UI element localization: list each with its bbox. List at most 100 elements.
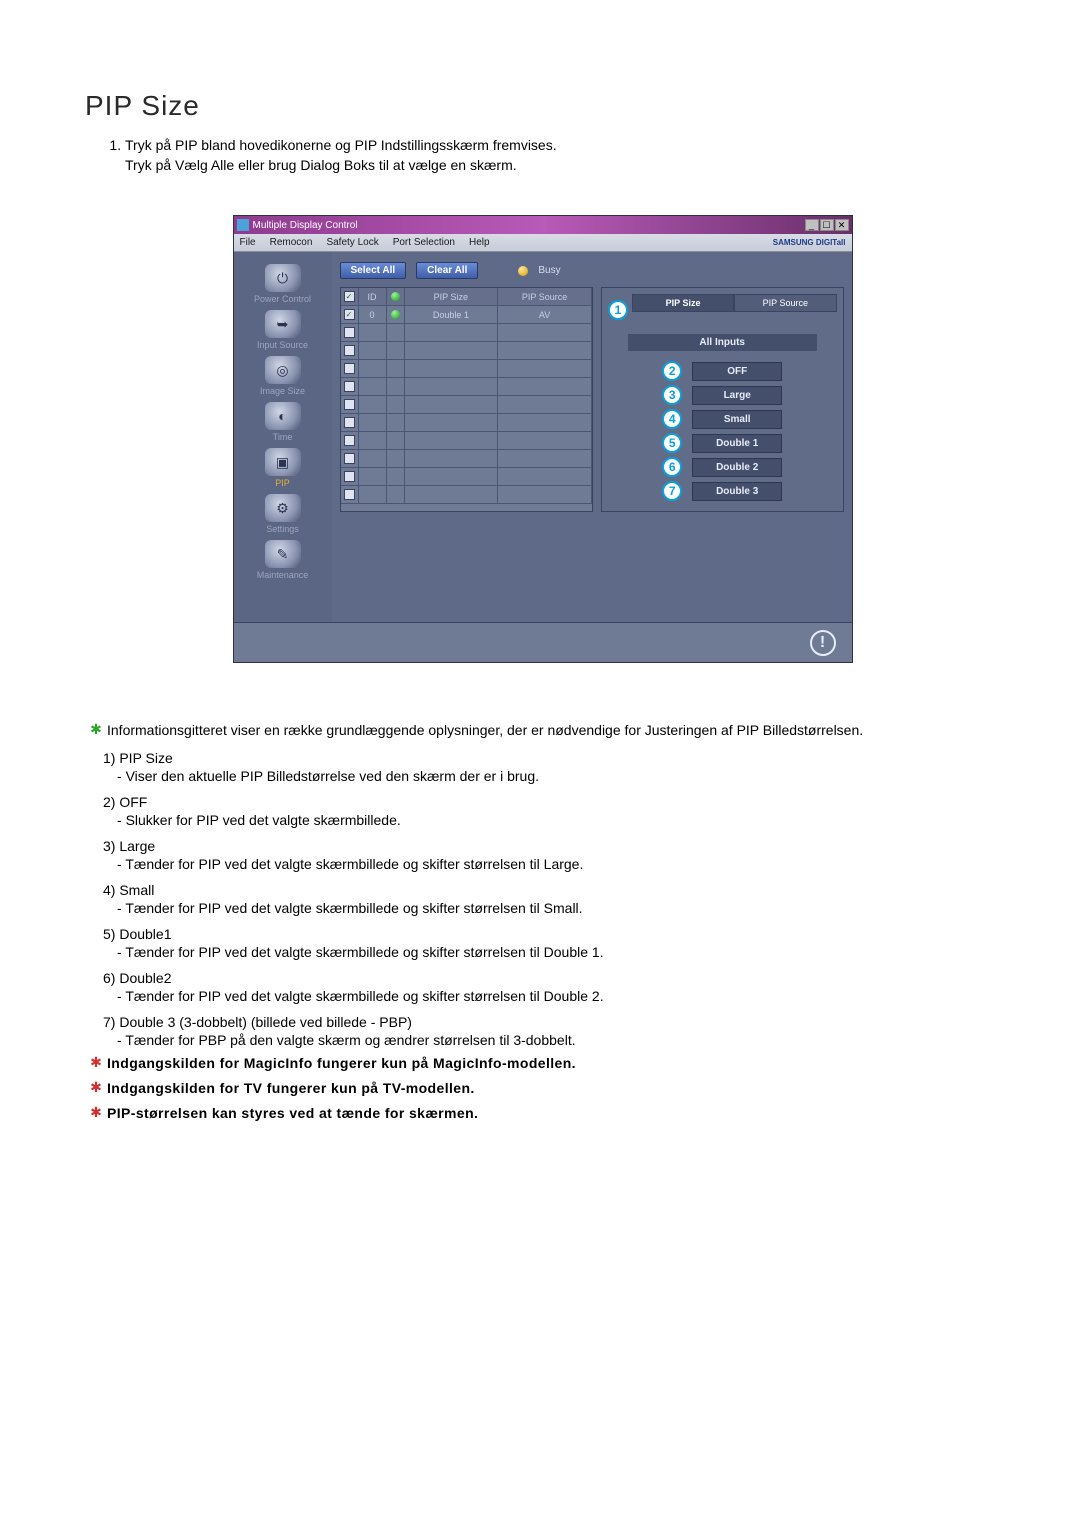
col-status-icon <box>391 292 400 301</box>
sidebar-item-label: PIP <box>240 478 326 488</box>
star-icon: ✱ <box>85 721 107 738</box>
cell-pip-source <box>498 414 592 432</box>
table-row[interactable] <box>341 342 592 360</box>
table-row[interactable]: ✓0Double 1AV <box>341 306 592 324</box>
cell-id <box>359 360 387 378</box>
sidebar-item-maintenance[interactable]: ✎Maintenance <box>240 538 326 582</box>
brand-label: SAMSUNG DIGITall <box>773 238 846 247</box>
cell-pip-size <box>405 324 499 342</box>
double-1-button[interactable]: Double 1 <box>692 434 782 453</box>
cell-pip-source <box>498 486 592 504</box>
row-checkbox[interactable] <box>344 399 355 410</box>
desc-item-body: Tænder for PBP på den valgte skærm og æn… <box>117 1032 1000 1048</box>
desc-item-title: 2) OFF <box>103 794 1000 810</box>
row-checkbox[interactable] <box>344 417 355 428</box>
sidebar-item-time[interactable]: ◐Time <box>240 400 326 444</box>
row-checkbox[interactable] <box>344 327 355 338</box>
intro-line: Tryk på PIP bland hovedikonerne og PIP I… <box>125 136 1000 175</box>
cell-id <box>359 342 387 360</box>
close-button[interactable]: ✕ <box>835 219 849 231</box>
table-row[interactable] <box>341 432 592 450</box>
cell-pip-size <box>405 468 499 486</box>
menubar: File Remocon Safety Lock Port Selection … <box>234 234 852 252</box>
desc-item-body: Viser den aktuelle PIP Billedstørrelse v… <box>117 768 1000 784</box>
tab-pip-size[interactable]: PIP Size <box>632 294 734 312</box>
large-button[interactable]: Large <box>692 386 782 405</box>
maximize-button[interactable]: ☐ <box>820 219 834 231</box>
titlebar: Multiple Display Control _ ☐ ✕ <box>234 216 852 234</box>
desc-item: 7) Double 3 (3-dobbelt) (billede ved bil… <box>103 1014 1000 1048</box>
row-checkbox[interactable] <box>344 489 355 500</box>
cell-pip-size <box>405 360 499 378</box>
double-3-button[interactable]: Double 3 <box>692 482 782 501</box>
desc-item: 5) Double1Tænder for PIP ved det valgte … <box>103 926 1000 960</box>
desc-item-title: 7) Double 3 (3-dobbelt) (billede ved bil… <box>103 1014 1000 1030</box>
cell-pip-source <box>498 468 592 486</box>
cell-pip-size <box>405 486 499 504</box>
table-row[interactable] <box>341 468 592 486</box>
menu-file[interactable]: File <box>240 237 256 248</box>
select-all-button[interactable]: Select All <box>340 262 407 279</box>
sidebar-item-input-source[interactable]: ➥Input Source <box>240 308 326 352</box>
row-checkbox[interactable] <box>344 363 355 374</box>
sidebar-item-power-control[interactable]: ⏻Power Control <box>240 262 326 306</box>
callout-4: 4 <box>662 409 682 429</box>
tab-pip-source[interactable]: PIP Source <box>734 294 836 312</box>
cell-pip-size <box>405 378 499 396</box>
desc-item-body: Tænder for PIP ved det valgte skærmbille… <box>117 944 1000 960</box>
off-button[interactable]: OFF <box>692 362 782 381</box>
sidebar-item-image-size[interactable]: ◎ Image Size <box>240 354 326 398</box>
sidebar-item-settings[interactable]: ⚙Settings <box>240 492 326 536</box>
desc-item-title: 3) Large <box>103 838 1000 854</box>
header-checkbox[interactable]: ✓ <box>344 291 355 302</box>
cell-id <box>359 324 387 342</box>
sidebar-item-label: Image Size <box>240 386 326 396</box>
row-checkbox[interactable] <box>344 471 355 482</box>
menu-remocon[interactable]: Remocon <box>270 237 313 248</box>
cell-pip-source <box>498 342 592 360</box>
cell-pip-source: AV <box>498 306 592 324</box>
table-row[interactable] <box>341 378 592 396</box>
double-2-button[interactable]: Double 2 <box>692 458 782 477</box>
menu-safety-lock[interactable]: Safety Lock <box>326 237 378 248</box>
table-row[interactable] <box>341 396 592 414</box>
sidebar-item-label: Input Source <box>240 340 326 350</box>
table-row[interactable] <box>341 360 592 378</box>
row-checkbox[interactable] <box>344 345 355 356</box>
col-pip-size: PIP Size <box>405 288 499 306</box>
row-checkbox[interactable] <box>344 435 355 446</box>
row-checkbox[interactable]: ✓ <box>344 309 355 320</box>
cell-pip-source <box>498 450 592 468</box>
row-checkbox[interactable] <box>344 381 355 392</box>
desc-item-body: Tænder for PIP ved det valgte skærmbille… <box>117 856 1000 872</box>
time-icon: ◐ <box>265 402 301 430</box>
cell-id <box>359 396 387 414</box>
menu-help[interactable]: Help <box>469 237 490 248</box>
cell-id <box>359 450 387 468</box>
cell-pip-size <box>405 414 499 432</box>
table-row[interactable] <box>341 486 592 504</box>
cell-pip-source <box>498 360 592 378</box>
table-row[interactable] <box>341 324 592 342</box>
small-button[interactable]: Small <box>692 410 782 429</box>
callout-3: 3 <box>662 385 682 405</box>
status-bar: ! <box>234 622 852 662</box>
clear-all-button[interactable]: Clear All <box>416 262 478 279</box>
cell-id <box>359 414 387 432</box>
note-text: PIP-størrelsen kan styres ved at tænde f… <box>107 1104 478 1123</box>
table-row[interactable] <box>341 450 592 468</box>
image-size-icon: ◎ <box>265 356 301 384</box>
display-table: ✓ ID PIP Size PIP Source ✓0Double 1AV <box>340 287 593 512</box>
minimize-button[interactable]: _ <box>805 219 819 231</box>
star-icon: ✱ <box>85 1054 107 1071</box>
cell-pip-source <box>498 324 592 342</box>
sidebar-item-pip[interactable]: ▣PIP <box>240 446 326 490</box>
row-checkbox[interactable] <box>344 453 355 464</box>
cell-pip-size: Double 1 <box>405 306 499 324</box>
cell-id <box>359 378 387 396</box>
menu-port-selection[interactable]: Port Selection <box>393 237 455 248</box>
star-icon: ✱ <box>85 1104 107 1121</box>
callout-2: 2 <box>662 361 682 381</box>
app-icon <box>237 219 249 231</box>
table-row[interactable] <box>341 414 592 432</box>
